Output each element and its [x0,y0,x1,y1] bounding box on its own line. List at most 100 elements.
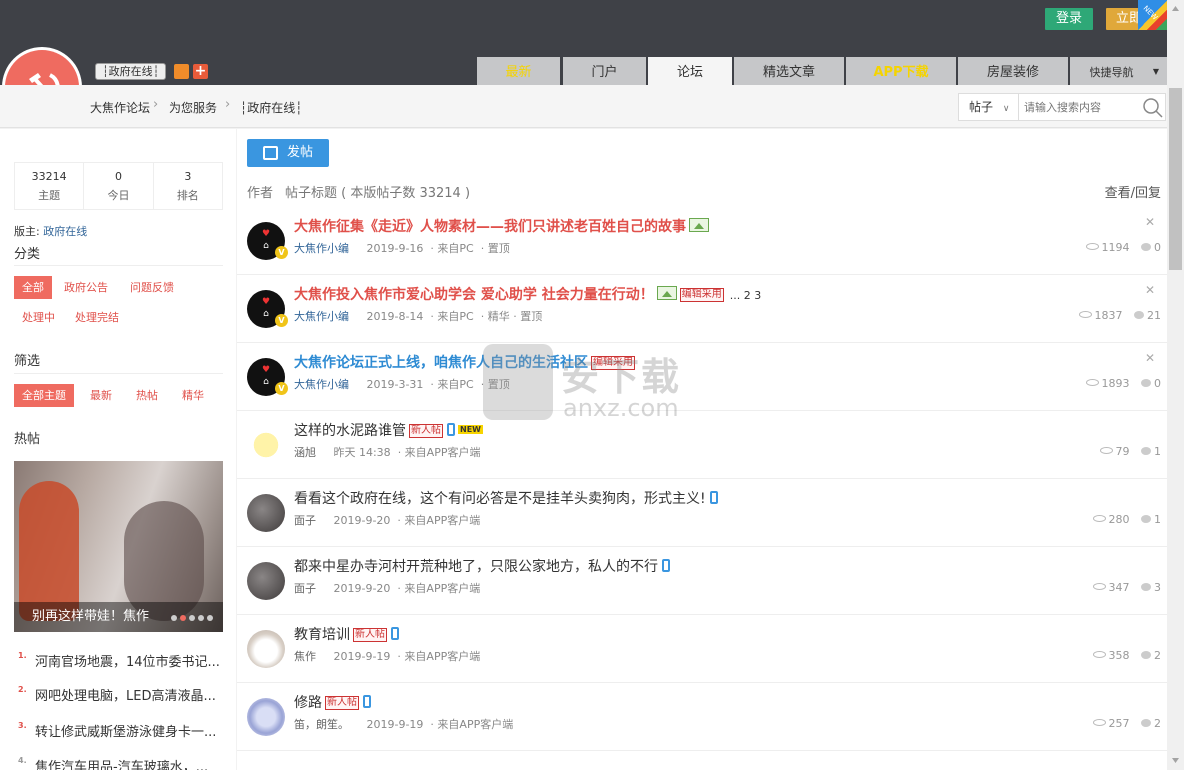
search-input[interactable] [1019,94,1139,120]
thread-row[interactable]: ♥ ⌂ V 大焦作论坛正式上线，咱焦作人自己的生活社区 编辑采用 大焦作小编 2019-… [237,343,1167,411]
filter-hot[interactable]: 热帖 [128,384,166,407]
category-processing[interactable]: 处理中 [14,306,63,329]
hot-list-item[interactable]: 1. 河南官场地震，14位市委书记... [18,651,223,670]
thread-title[interactable]: 大焦作论坛正式上线，咱焦作人自己的生活社区 [294,355,588,371]
tab-app-download[interactable]: APP下载 [846,57,956,85]
new-post-label: 发帖 [287,145,314,160]
close-icon[interactable]: ✕ [1145,215,1155,229]
tab-latest[interactable]: 最新 [477,57,560,85]
view-count: 1893 [1101,377,1130,390]
thread-title[interactable]: 这样的水泥路谁管 [294,423,406,439]
tab-featured[interactable]: 精选文章 [734,57,844,85]
author-avatar[interactable] [247,426,285,464]
breadcrumb-home[interactable]: 大焦作论坛 [90,99,150,116]
thread-row[interactable]: 都来中星办寺河村开荒种地了，只限公家地方，私人的不行 面子 2019-9-20 … [237,547,1167,615]
rss-icon[interactable] [174,64,189,79]
thread-pages[interactable]: ... 2 3 [730,289,761,302]
thread-counts: 280 1 [1092,513,1161,526]
thread-title[interactable]: 都来中星办寺河村开荒种地了，只限公家地方，私人的不行 [294,559,658,575]
thread-title[interactable]: 大焦作征集《走近》人物素材——我们只讲述老百姓自己的故事 [294,219,686,235]
thread-title[interactable]: 教育培训 [294,627,350,643]
scroll-up-arrow-icon[interactable] [1167,0,1184,17]
author-avatar[interactable] [247,562,285,600]
filter-all-topics[interactable]: 全部主题 [14,384,74,407]
scroll-down-arrow-icon[interactable] [1167,752,1184,769]
thread-title[interactable]: 大焦作投入焦作市爱心助学会 爱心助学 社会力量在行动！ [294,287,654,303]
thread-author[interactable]: 焦作 [294,650,316,663]
tab-forum[interactable]: 论坛 [648,57,732,85]
quick-nav-label: 快捷导航 [1089,66,1134,79]
breadcrumb-current[interactable]: ┆政府在线┆ [240,99,302,116]
search-icon[interactable] [1142,97,1164,119]
thread-date: 2019-9-19 [333,650,391,663]
carousel-dot[interactable] [171,615,177,621]
stat-value: 33214 [31,170,67,183]
login-button[interactable]: 登录 [1045,8,1093,30]
add-favorite-icon[interactable]: + [193,64,208,79]
forum-stats: 33214 主题 0 今日 3 排名 [14,162,223,210]
comment-icon [1141,379,1151,387]
thread-row[interactable]: 这样的水泥路谁管 新人帖 NEW 涵旭 昨天 14:38 · 来自APP客户端 79… [237,411,1167,479]
carousel-dots [171,615,213,621]
column-title: 帖子标题 ( 本版帖子数 33214 ) [285,186,471,201]
carousel-dot[interactable] [180,615,186,621]
thread-author[interactable]: 大焦作小编 [294,310,349,323]
thread-source: · 来自PC [430,310,474,323]
forum-name-chip: ┆政府在线┆ [95,63,167,80]
thread-title[interactable]: 看看这个政府在线，这个有问必答是不是挂羊头卖狗肉，形式主义! [294,491,706,507]
stat-value: 0 [114,170,122,183]
thread-author[interactable]: 大焦作小编 [294,378,349,391]
scrollbar-thumb[interactable] [1169,88,1182,270]
tab-home-decor[interactable]: 房屋装修 [958,57,1068,85]
category-gov-notice[interactable]: 政府公告 [56,276,116,299]
thread-author[interactable]: 面子 [294,514,316,527]
carousel-figure [19,481,79,621]
column-author: 作者 [247,186,274,201]
thread-author[interactable]: 面子 [294,582,316,595]
thread-author[interactable]: 涵旭 [294,446,316,459]
thread-row[interactable]: ♥ ⌂ V 大焦作征集《走近》人物素材——我们只讲述老百姓自己的故事 大焦作小编 20… [237,207,1167,275]
divider [14,373,223,374]
thread-row[interactable]: 看看这个政府在线，这个有问必答是不是挂羊头卖狗肉，形式主义! 面子 2019-9… [237,479,1167,547]
thread-source: · 来自APP客户端 [397,650,481,663]
thread-meta: 面子 2019-9-20 · 来自APP客户端 [294,580,487,596]
hot-list-item[interactable]: 3. 转让修武威斯堡游泳健身卡一... [18,721,223,740]
close-icon[interactable]: ✕ [1145,351,1155,365]
category-done[interactable]: 处理完结 [67,306,127,329]
new-post-button[interactable]: 发帖 [247,139,329,167]
thread-author[interactable]: 笛，朗笙。 [294,718,349,731]
carousel-dot[interactable] [207,615,213,621]
thread-date: 2019-9-19 [366,718,424,731]
thread-author[interactable]: 大焦作小编 [294,242,349,255]
stat-label: 今日 [107,189,130,202]
thread-title[interactable]: 修路 [294,695,322,711]
tab-portal[interactable]: 门户 [563,57,646,85]
thread-row[interactable]: 教育培训 新人帖 焦作 2019-9-19 · 来自APP客户端 358 2 [237,615,1167,683]
thread-counts: 257 2 [1092,717,1161,730]
hot-list-item[interactable]: 2. 网吧处理电脑，LED高清液晶... [18,685,223,704]
search-scope-select[interactable]: 帖子 ∨ [959,94,1019,120]
category-heading: 分类 [14,247,41,262]
filter-digest[interactable]: 精华 [174,384,212,407]
carousel-dot[interactable] [189,615,195,621]
thread-row[interactable]: 修路 新人帖 笛，朗笙。 2019-9-19 · 来自APP客户端 257 2 [237,683,1167,751]
moderator-link[interactable]: 政府在线 [43,225,87,238]
author-avatar[interactable] [247,698,285,736]
category-all[interactable]: 全部 [14,276,52,299]
hot-list-item[interactable]: 4. 焦作汽车用品-汽车玻璃水，... [18,756,223,770]
category-feedback[interactable]: 问题反馈 [122,276,182,299]
breadcrumb-chevron-icon: › [225,97,231,112]
filter-latest[interactable]: 最新 [82,384,120,407]
verified-icon: V [275,246,288,259]
author-avatar[interactable] [247,494,285,532]
hot-post-carousel[interactable]: 别再这样带娃！焦作 [14,461,223,632]
close-icon[interactable]: ✕ [1145,283,1155,297]
comment-icon [1141,719,1151,727]
breadcrumb-service[interactable]: 为您服务 [169,99,217,116]
mobile-phone-icon [709,491,718,504]
thread-row[interactable]: ♥ ⌂ V 大焦作投入焦作市爱心助学会 爱心助学 社会力量在行动！ 编辑采用... 2 … [237,275,1167,343]
carousel-dot[interactable] [198,615,204,621]
quick-nav-dropdown[interactable]: 快捷导航 ▼ [1070,57,1167,85]
page-scrollbar[interactable] [1167,0,1184,770]
author-avatar[interactable] [247,630,285,668]
